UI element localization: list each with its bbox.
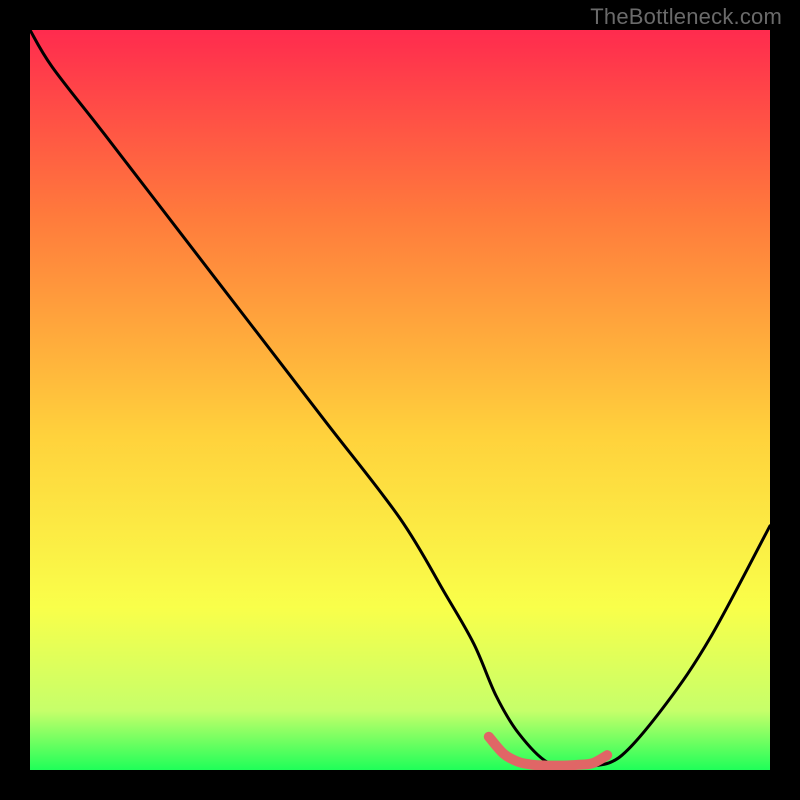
plot-area xyxy=(30,30,770,770)
chart-container: TheBottleneck.com xyxy=(0,0,800,800)
chart-lines xyxy=(30,30,770,770)
optimal-range-marker xyxy=(489,737,607,766)
bottleneck-curve xyxy=(30,30,770,767)
watermark-text: TheBottleneck.com xyxy=(590,4,782,30)
